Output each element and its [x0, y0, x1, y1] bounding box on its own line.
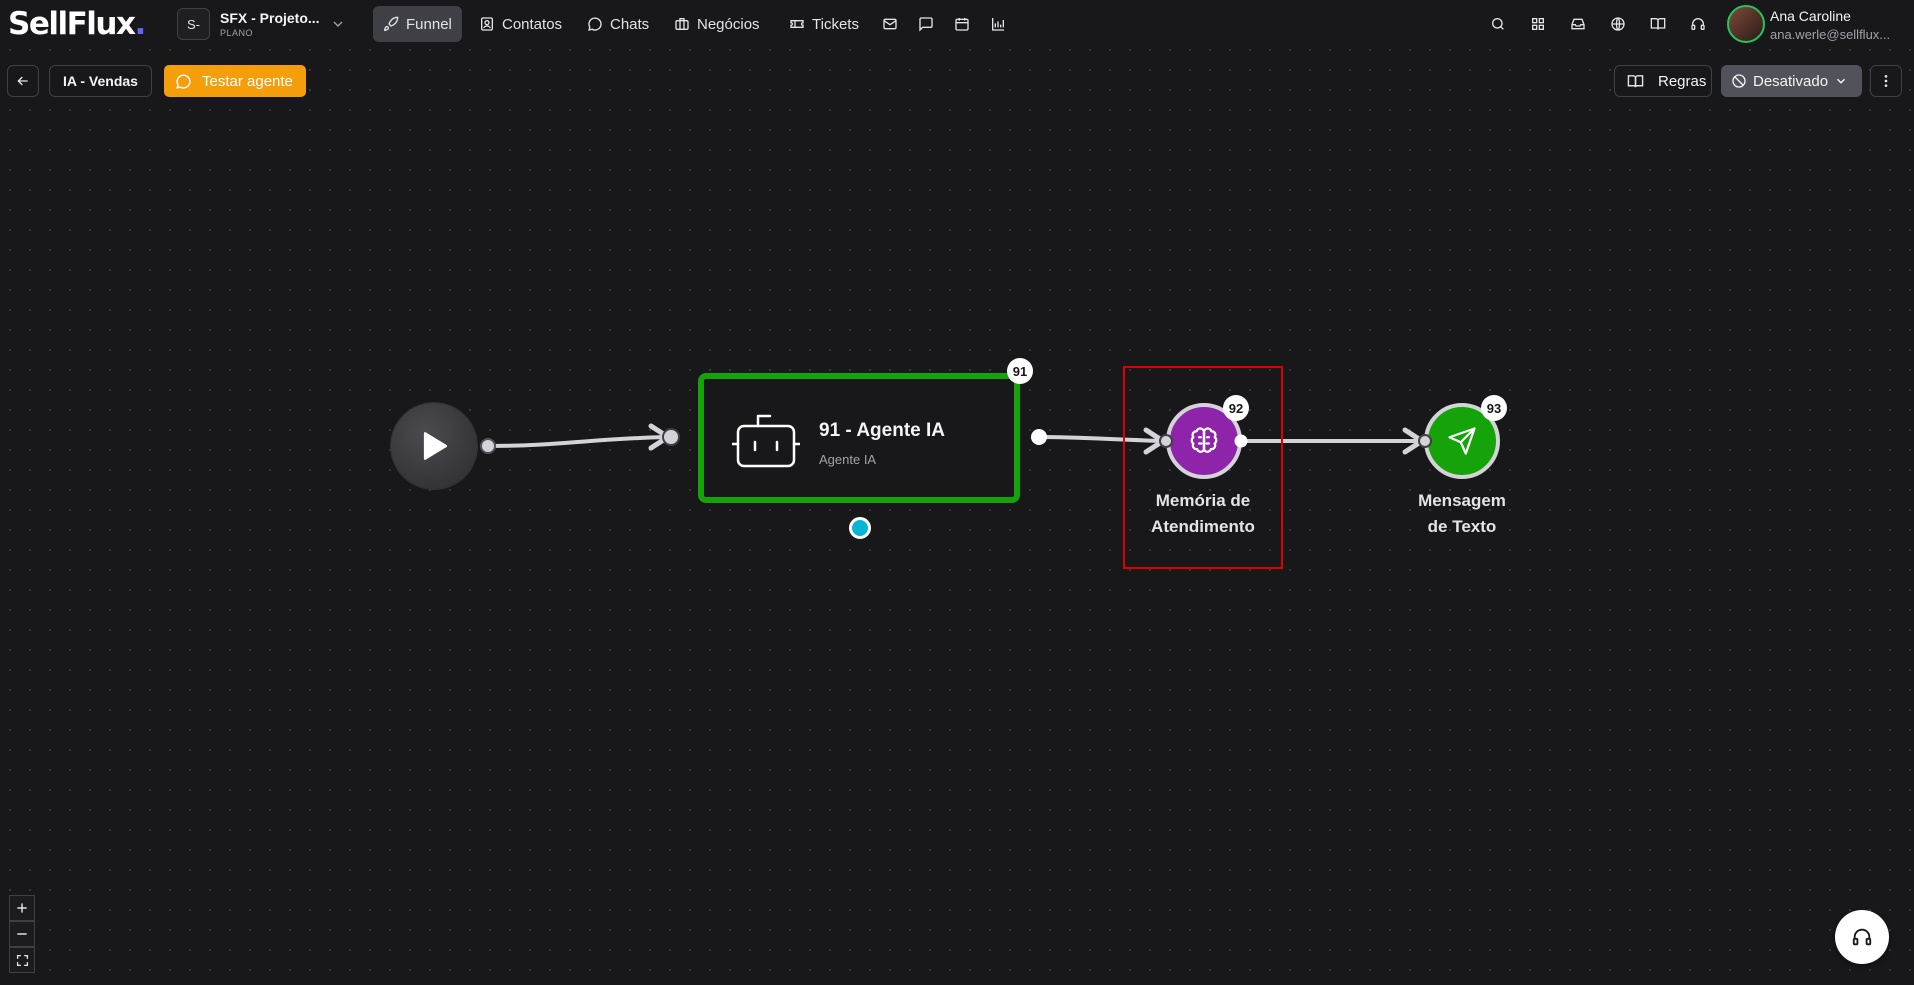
nav-contatos-label: Contatos [502, 15, 563, 33]
more-options-button[interactable] [1870, 65, 1902, 97]
fit-view-button[interactable] [9, 947, 35, 973]
support-header-button[interactable] [1688, 14, 1708, 34]
chevron-down-icon [1837, 78, 1846, 84]
avatar[interactable] [1727, 5, 1765, 43]
support-chat-button[interactable] [1835, 910, 1889, 964]
inbox-button[interactable] [1568, 14, 1588, 34]
nav-reports[interactable] [988, 14, 1008, 34]
selection-highlight [1123, 366, 1283, 569]
test-agent-label: Testar agente [202, 72, 293, 90]
node-badge-91: 91 [1007, 358, 1033, 384]
nav-funnel[interactable]: Funnel [373, 6, 462, 42]
apps-grid-icon [1532, 17, 1544, 30]
play-icon [423, 432, 448, 460]
globe-icon [1611, 17, 1625, 31]
agent-node-subtitle: Agente IA [819, 452, 877, 467]
message-label-line1: Mensagem [1418, 491, 1506, 510]
docs-button[interactable] [1648, 14, 1668, 34]
nav-negocios-label: Negócios [697, 15, 760, 33]
plus-icon [17, 903, 27, 913]
edge-handle-agent-out [1031, 429, 1047, 445]
ticket-icon [790, 20, 804, 28]
message-label-line2: de Texto [1427, 517, 1497, 536]
minus-icon [17, 933, 27, 935]
edge-handle-start-out [480, 438, 496, 454]
agent-handle-bottom[interactable] [849, 517, 871, 539]
top-bar: SellFlux. S- SFX - Projeto... PLANO Funn… [0, 0, 1914, 48]
search-icon [1492, 18, 1504, 30]
briefcase-icon [675, 18, 689, 30]
flow-name[interactable]: IA - Vendas [49, 65, 152, 97]
zoom-out-button[interactable] [9, 921, 35, 947]
contacts-icon [481, 17, 493, 31]
more-vertical-icon [1884, 75, 1888, 87]
chat-bubble-icon [588, 17, 602, 31]
edge-handle-agent-in [662, 428, 680, 446]
agent-ia-node[interactable]: 91 - Agente IA Agente IA [698, 373, 1020, 503]
nav-funnel-label: Funnel [406, 15, 452, 33]
node-badge-93: 93 [1481, 395, 1507, 421]
sellflux-logo[interactable]: SellFlux. [8, 6, 146, 42]
bar-chart-icon [992, 18, 1004, 31]
nav-messages[interactable] [916, 14, 936, 34]
book-open-icon [1650, 18, 1666, 30]
nav-tickets-label: Tickets [812, 15, 859, 33]
ban-icon [1732, 74, 1746, 88]
edge-start-agent [487, 435, 671, 448]
edge-arrow-1 [648, 423, 671, 451]
nav-tickets[interactable]: Tickets [779, 6, 869, 42]
nav-negocios[interactable]: Negócios [664, 6, 770, 42]
search-button[interactable] [1488, 14, 1508, 34]
headset-icon [1852, 928, 1872, 946]
arrow-left-icon [17, 76, 28, 86]
headset-icon [1691, 18, 1705, 30]
nav-calendar[interactable] [952, 14, 972, 34]
rocket-icon [383, 16, 399, 32]
nav-contatos[interactable]: Contatos [469, 6, 572, 42]
book-open-icon [1627, 74, 1644, 87]
globe-button[interactable] [1608, 14, 1628, 34]
apps-button[interactable] [1528, 14, 1548, 34]
nav-chats[interactable]: Chats [577, 6, 659, 42]
message-square-icon [919, 17, 933, 32]
status-dropdown[interactable]: Desativado [1721, 65, 1862, 97]
inbox-icon [1571, 18, 1585, 30]
send-icon [1448, 427, 1476, 455]
start-node[interactable] [391, 403, 477, 489]
calendar-icon [955, 18, 969, 31]
zoom-in-button[interactable] [9, 895, 35, 921]
nav-mail[interactable] [880, 14, 900, 34]
user-name[interactable]: Ana Caroline [1770, 8, 1851, 24]
rules-button[interactable]: Regras [1614, 65, 1712, 97]
rules-label: Regras [1658, 72, 1707, 90]
mail-icon [883, 18, 897, 30]
message-handle-in[interactable] [1418, 434, 1432, 448]
status-label: Desativado [1753, 72, 1829, 90]
fullscreen-icon [16, 954, 28, 966]
chat-bubble-icon [176, 74, 191, 89]
project-avatar[interactable]: S- [177, 8, 210, 40]
agent-node-title: 91 - Agente IA [819, 420, 945, 441]
test-agent-button[interactable]: Testar agente [164, 65, 306, 97]
nav-chats-label: Chats [610, 15, 650, 33]
robot-icon [732, 414, 800, 468]
back-button[interactable] [7, 65, 39, 97]
project-name[interactable]: SFX - Projeto... [220, 10, 320, 26]
user-email: ana.werle@sellflux... [1770, 27, 1891, 42]
chevron-down-icon[interactable] [330, 16, 346, 32]
message-node-label: Mensagem de Texto [1382, 488, 1542, 540]
project-plan: PLANO [220, 28, 254, 38]
